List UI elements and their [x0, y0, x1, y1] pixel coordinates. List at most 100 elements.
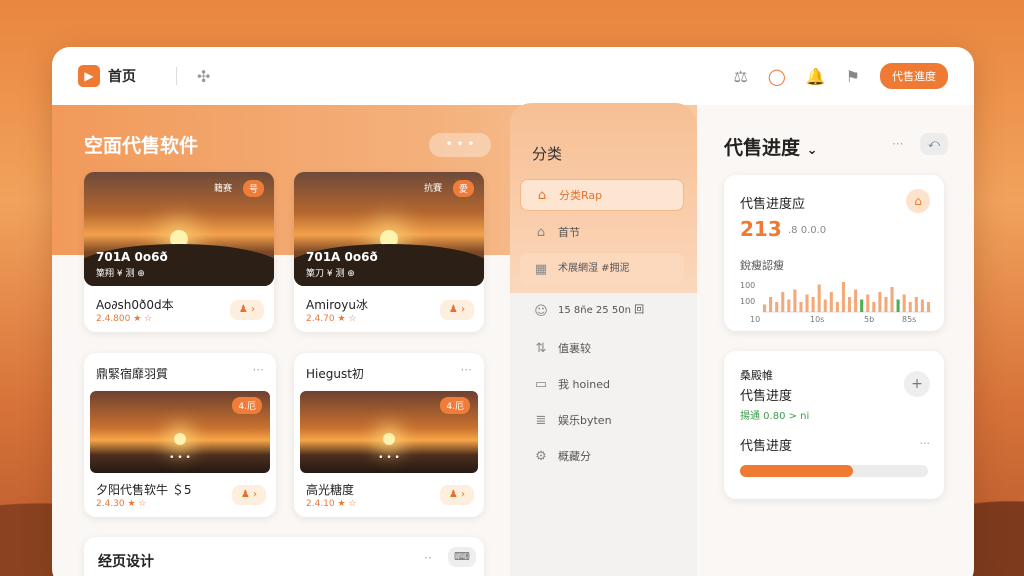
- chart-bar: [854, 289, 858, 312]
- app-card[interactable]: 抗賽 愛 701A 0o6ð 篥刀 ¥ 测 ⊕ Amiroyu冰 2.4.70 …: [294, 172, 484, 332]
- card-action-button[interactable]: ♟ ›: [440, 300, 474, 320]
- x-tick-label: 10s: [810, 315, 825, 324]
- card-action-button[interactable]: ♟ ›: [440, 485, 474, 505]
- badge-label: 籍赛: [213, 184, 232, 194]
- category-item-home[interactable]: ⌂ 首节: [520, 216, 684, 248]
- card-rating: 2.4.30 ★ ☆: [96, 499, 147, 509]
- app-card[interactable]: 鼎緊宿靡羽質 ··· 4.厄 • • • 夕阳代售软牛 ＄5 2.4.30 ★ …: [84, 353, 276, 517]
- category-item-compare[interactable]: ⇅ 值裏较: [520, 332, 684, 364]
- link-icon[interactable]: ⌨: [448, 547, 476, 567]
- chart-bar: [817, 284, 821, 312]
- category-item-settings[interactable]: ⚙ 概藏分: [520, 440, 684, 472]
- card-thumbnail: 抗賽 愛 701A 0o6ð 篥刀 ¥ 测 ⊕: [294, 172, 484, 286]
- app-card[interactable]: 籍赛 号 701A 0o6ð 篥翔 ¥ 测 ⊕ Ao∂sh0ð0d本 2.4.8…: [84, 172, 274, 332]
- card-thumbnail: 4.厄 • • •: [300, 391, 478, 473]
- card-title: 代售进度应: [740, 197, 806, 212]
- translate-icon[interactable]: ⚖: [733, 67, 747, 86]
- chart-bar: [835, 302, 839, 312]
- thumb-title: 701A 0o6ð: [306, 250, 378, 264]
- category-item-rap[interactable]: ⌂ 分类Rap: [520, 179, 684, 211]
- progress-title[interactable]: 代售进度 ⌄: [724, 133, 818, 160]
- chart-bar: [872, 302, 876, 312]
- category-label: 我 hoined: [558, 378, 610, 391]
- card-action-button[interactable]: ♟ ›: [230, 300, 264, 320]
- more-icon[interactable]: ···: [461, 363, 472, 377]
- category-item-entertainment[interactable]: ≣ 娱乐byten: [520, 404, 684, 436]
- card-title: 夕阳代售软牛 ＄5: [96, 483, 192, 497]
- card-rating: 2.4.10 ★ ☆: [306, 499, 357, 509]
- chart-bar: [926, 302, 930, 312]
- chart-bar: [799, 302, 803, 312]
- card-rating: 2.4.800 ★ ☆: [96, 314, 153, 324]
- chart-bar: [811, 297, 815, 312]
- section-title: 空面代售软件: [84, 135, 199, 157]
- thumb-subtitle: 篥翔 ¥ 测 ⊕: [96, 269, 145, 279]
- x-tick-label: 5b: [864, 315, 875, 324]
- category-label: 15 8ñe 25 50n 回: [558, 305, 645, 316]
- category-item-gallery[interactable]: ▦ 术展網湿 #拥泥: [520, 253, 684, 285]
- home-icon[interactable]: ⌂: [906, 189, 930, 213]
- home-icon: ⌂: [537, 187, 547, 203]
- search-icon[interactable]: ◯: [768, 67, 786, 86]
- chart-bar: [775, 302, 779, 312]
- progress-bar: [740, 465, 928, 477]
- chart-bar: [890, 287, 894, 312]
- bar-chart: [762, 282, 932, 313]
- category-item-joined[interactable]: ▭ 我 hoined: [520, 368, 684, 400]
- progress-status-card: 桑殿帷 代售进度 揚通 0.80 > ni + 代售进度 ···: [724, 351, 944, 499]
- card-title: Amiroyu冰: [306, 298, 368, 312]
- more-icon[interactable]: ···: [920, 437, 931, 450]
- gear-icon: ⚙: [535, 448, 547, 464]
- progress-label: 代售进度: [740, 439, 793, 454]
- grid-icon: ▦: [534, 261, 548, 277]
- chart-bar: [793, 289, 797, 312]
- users-icon: ☺: [534, 303, 548, 319]
- status-badge: 愛: [452, 180, 474, 197]
- chart-bar: [763, 304, 767, 312]
- progress-fill: [740, 465, 853, 477]
- chart-bar: [829, 292, 833, 312]
- progress-chart-card: 代售进度应 ⌂ 213 .8 0.0.0 銳瘦認瘦 100 100 10 10s…: [724, 175, 944, 331]
- card-rating: 2.4.70 ★ ☆: [306, 314, 357, 324]
- home-label[interactable]: 首页: [108, 66, 136, 86]
- design-card[interactable]: 经页设计 ·· ⌨: [84, 537, 484, 576]
- top-bar-actions: ⚖ ◯ 🔔 ⚑ 代售進度: [733, 63, 948, 89]
- category-item-users[interactable]: ☺ 15 8ñe 25 50n 回: [520, 295, 684, 327]
- card-action-button[interactable]: ♟ ›: [232, 485, 266, 505]
- chevron-down-icon: ⌄: [806, 143, 818, 158]
- document-icon: ≣: [535, 412, 547, 428]
- chart-bar: [866, 294, 870, 312]
- thumb-subtitle: 篥刀 ¥ 测 ⊕: [306, 269, 355, 279]
- undo-icon[interactable]: ⤺: [920, 133, 948, 155]
- x-tick-label: 85s: [902, 315, 917, 324]
- divider: [176, 67, 177, 85]
- chart-bar: [787, 299, 791, 312]
- status-badge: 4.厄: [440, 397, 470, 414]
- category-panel: 分类 ⌂ 分类Rap ⌂ 首节 ▦ 术展網湿 #拥泥 ☺ 15 8ñe 25 5…: [510, 103, 697, 576]
- more-icon[interactable]: ···: [253, 363, 264, 377]
- card-heading: 鼎緊宿靡羽質: [96, 367, 169, 381]
- more-button[interactable]: • • •: [429, 133, 491, 157]
- card-title: Ao∂sh0ð0d本: [96, 298, 174, 312]
- progress-button[interactable]: 代售進度: [880, 63, 948, 89]
- category-label: 分类Rap: [559, 189, 603, 202]
- chart-subtitle: 銳瘦認瘦: [740, 259, 784, 272]
- card-title: 代售进度: [740, 389, 793, 404]
- y-tick-label: 100: [740, 297, 756, 306]
- bookmark-icon[interactable]: ⚑: [846, 67, 860, 86]
- app-logo-icon[interactable]: ▶: [78, 65, 100, 87]
- chart-bar: [896, 299, 900, 312]
- card-thumbnail: 4.厄 • • •: [90, 391, 270, 473]
- add-button[interactable]: +: [904, 371, 930, 397]
- more-icon[interactable]: ···: [892, 137, 903, 151]
- y-tick-label: 100: [740, 281, 756, 290]
- app-card[interactable]: Hiegust初 ··· 4.厄 • • • 高光糖度 2.4.10 ★ ☆ ♟…: [294, 353, 484, 517]
- category-label: 概藏分: [558, 450, 591, 463]
- plugin-icon[interactable]: ✣: [197, 67, 210, 86]
- card-title: 高光糖度: [306, 483, 355, 497]
- sun: [174, 433, 186, 445]
- house-icon: ⌂: [536, 224, 546, 240]
- chart-bar: [914, 297, 918, 312]
- top-bar: ▶ 首页 ✣ ⚖ ◯ 🔔 ⚑ 代售進度: [52, 47, 974, 105]
- bell-icon[interactable]: 🔔: [806, 67, 826, 86]
